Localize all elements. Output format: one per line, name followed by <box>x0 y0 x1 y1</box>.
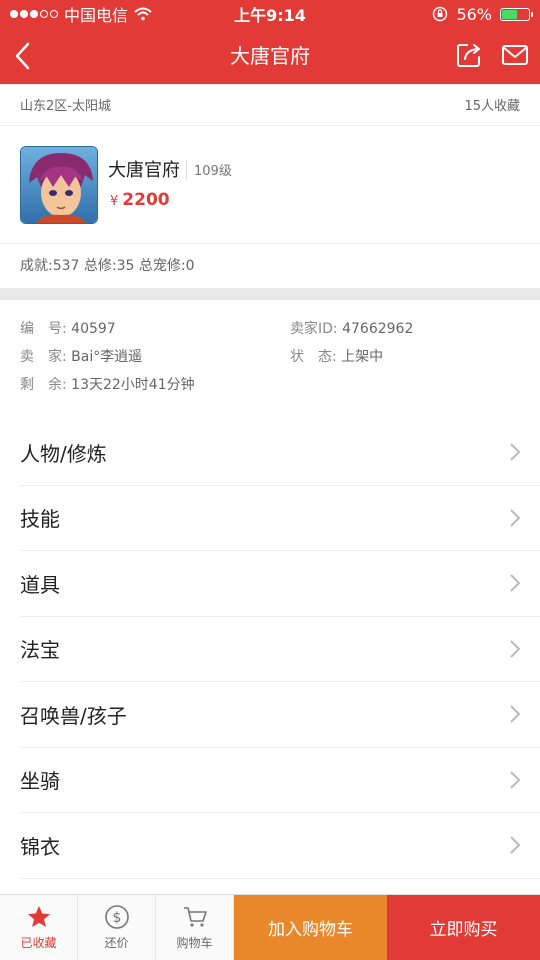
remaining-value: 13天22小时41分钟 <box>71 377 195 393</box>
listing-id: 编 号: 40597 <box>20 318 116 338</box>
status-time: 上午9:14 <box>234 6 306 25</box>
menu-item-character[interactable]: 人物/修炼 <box>20 420 540 486</box>
signal-dot <box>30 10 38 18</box>
character-stats: 成就:537 总修:35 总宠修:0 <box>20 258 195 274</box>
product-name: 大唐官府 <box>108 160 180 181</box>
menu-item-label: 坐骑 <box>20 769 60 794</box>
signal-dot <box>20 10 28 18</box>
signal-strength-icon <box>10 10 58 18</box>
currency-symbol: ¥ <box>110 194 119 209</box>
menu-item-label: 技能 <box>20 507 60 532</box>
add-to-cart-button[interactable]: 加入购物车 <box>234 895 387 960</box>
seller-id-value: 47662962 <box>342 321 414 337</box>
character-avatar <box>20 146 98 224</box>
battery-icon <box>500 7 533 21</box>
seller-id: 卖家ID: 47662962 <box>290 318 413 338</box>
menu-item-label: 道具 <box>20 572 60 597</box>
chevron-right-icon <box>510 771 521 789</box>
bottom-action-bar: 已收藏 $ 还价 购物车 加入购物车 立即购买 <box>0 894 540 960</box>
buy-now-button[interactable]: 立即购买 <box>387 895 540 960</box>
menu-item-label: 人物/修炼 <box>20 441 107 466</box>
cart-icon <box>183 907 207 927</box>
menu-item-skills[interactable]: 技能 <box>20 486 540 551</box>
server-row: 山东2区-太阳城 15人收藏 <box>0 84 540 126</box>
chevron-right-icon <box>510 705 521 723</box>
chevron-right-icon <box>510 836 521 854</box>
status-right: 56% <box>340 4 533 24</box>
page-title: 大唐官府 <box>230 44 310 68</box>
listing-id-label: 编 号: <box>20 321 67 337</box>
chevron-right-icon <box>510 574 521 592</box>
price-value: 2200 <box>122 190 170 210</box>
nav-bar: 大唐官府 <box>0 28 540 84</box>
product-price: ¥2200 <box>110 190 170 210</box>
product-card: 大唐官府 109级 ¥2200 <box>0 126 540 244</box>
bargain-label: 还价 <box>104 936 129 950</box>
status-left: 中国电信 <box>10 2 200 26</box>
wifi-icon <box>134 7 152 21</box>
dollar-icon: $ <box>104 905 129 929</box>
menu-item-pets[interactable]: 召唤兽/孩子 <box>20 682 540 748</box>
chevron-right-icon <box>510 443 521 461</box>
character-portrait-icon <box>21 147 97 223</box>
cart-label: 购物车 <box>176 936 213 950</box>
menu-item-label: 法宝 <box>20 638 60 663</box>
menu-item-label: 召唤兽/孩子 <box>20 703 127 728</box>
status-label: 状 态: <box>290 349 337 365</box>
star-icon <box>27 906 50 927</box>
listing-id-value: 40597 <box>71 321 116 337</box>
menu-item-items[interactable]: 道具 <box>20 551 540 617</box>
server-location: 山东2区-太阳城 <box>20 99 111 114</box>
seller-value: Bai°李逍遥 <box>71 349 143 365</box>
menu-item-outfits[interactable]: 锦衣 <box>20 813 540 879</box>
menu-item-label: 锦衣 <box>20 834 60 859</box>
status-bar: 中国电信 上午9:14 56% <box>0 0 540 28</box>
signal-dot <box>50 10 58 18</box>
remaining-label: 剩 余: <box>20 377 67 393</box>
cart-button[interactable]: 购物车 <box>156 895 234 960</box>
svg-text:$: $ <box>112 910 121 926</box>
chevron-right-icon <box>510 509 521 527</box>
share-icon[interactable] <box>454 40 484 70</box>
seller: 卖 家: Bai°李逍遥 <box>20 346 142 366</box>
battery-fill <box>502 9 517 19</box>
seller-id-label: 卖家ID: <box>290 321 338 337</box>
favorite-label: 已收藏 <box>20 936 57 950</box>
favorite-button[interactable]: 已收藏 <box>0 895 78 960</box>
section-divider <box>0 288 540 300</box>
battery-percent: 56% <box>456 4 492 24</box>
menu-item-treasures[interactable]: 法宝 <box>20 617 540 682</box>
seller-label: 卖 家: <box>20 349 67 365</box>
listing-status: 状 态: 上架中 <box>290 346 383 366</box>
menu-item-mounts[interactable]: 坐骑 <box>20 748 540 813</box>
rotation-lock-icon <box>433 6 448 22</box>
remaining-time: 剩 余: 13天22小时41分钟 <box>20 374 195 394</box>
bargain-button[interactable]: $ 还价 <box>78 895 156 960</box>
carrier-name: 中国电信 <box>64 6 129 25</box>
product-level: 109级 <box>186 160 232 179</box>
chevron-right-icon <box>510 640 521 658</box>
chevron-left-icon[interactable] <box>8 38 44 74</box>
mail-icon[interactable] <box>500 40 530 70</box>
signal-dot <box>10 10 18 18</box>
signal-dot <box>40 10 48 18</box>
status-value: 上架中 <box>341 349 384 365</box>
listing-info: 编 号: 40597 卖家ID: 47662962 卖 家: Bai°李逍遥 状… <box>0 300 540 410</box>
favorite-count: 15人收藏 <box>464 99 520 114</box>
detail-menu: 人物/修炼 技能 道具 法宝 召唤兽/孩子 坐骑 锦衣 <box>0 420 540 879</box>
